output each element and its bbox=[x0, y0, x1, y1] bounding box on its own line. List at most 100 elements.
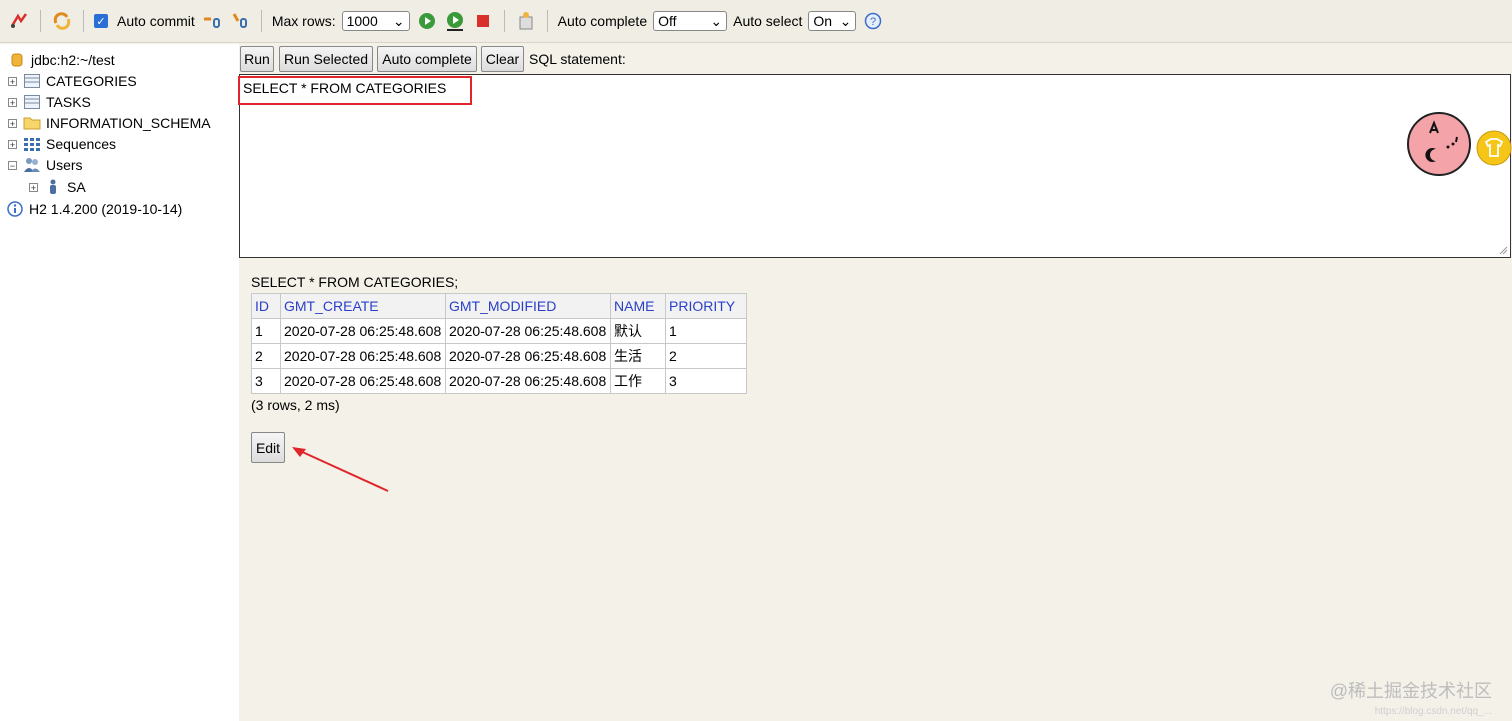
cell-gmt-modified: 2020-07-28 06:25:48.608 bbox=[445, 318, 611, 344]
folder-icon bbox=[23, 115, 41, 131]
column-header-gmt-modified[interactable]: GMT_MODIFIED bbox=[445, 293, 611, 319]
table-header-row: ID GMT_CREATE GMT_MODIFIED NAME PRIORITY bbox=[251, 293, 747, 319]
toolbar: ✓ Auto commit Max rows: 1000 ⌄ Auto comp… bbox=[0, 0, 1512, 43]
separator bbox=[546, 10, 548, 32]
result-summary: (3 rows, 2 ms) bbox=[251, 397, 340, 413]
tree-item-users[interactable]: − Users bbox=[8, 155, 83, 175]
table-row: 3 2020-07-28 06:25:48.608 2020-07-28 06:… bbox=[251, 368, 747, 394]
run-selected-button[interactable]: Run Selected bbox=[279, 46, 373, 72]
annotation-arrow-icon bbox=[292, 447, 389, 492]
chevron-down-icon: ⌄ bbox=[710, 12, 723, 29]
cell-priority: 2 bbox=[665, 343, 747, 369]
tree-item-sequences[interactable]: + Sequences bbox=[8, 134, 116, 154]
sql-statement-label: SQL statement: bbox=[529, 51, 626, 67]
table-row: 2 2020-07-28 06:25:48.608 2020-07-28 06:… bbox=[251, 343, 747, 369]
rollback-icon[interactable] bbox=[201, 10, 223, 32]
cell-gmt-create: 2020-07-28 06:25:48.608 bbox=[280, 343, 446, 369]
refresh-icon[interactable] bbox=[51, 10, 73, 32]
sequences-icon bbox=[23, 136, 41, 152]
column-header-priority[interactable]: PRIORITY bbox=[665, 293, 747, 319]
user-icon bbox=[44, 179, 62, 195]
auto-select-select[interactable]: On ⌄ bbox=[808, 11, 857, 31]
table-icon bbox=[23, 94, 41, 110]
auto-commit-label: Auto commit bbox=[117, 13, 195, 29]
tree-item-label: CATEGORIES bbox=[46, 73, 137, 89]
disconnect-icon[interactable] bbox=[8, 10, 30, 32]
connection-label: jdbc:h2:~/test bbox=[31, 52, 115, 68]
table-row: 1 2020-07-28 06:25:48.608 2020-07-28 06:… bbox=[251, 318, 747, 344]
shirt-icon[interactable] bbox=[1476, 130, 1512, 166]
cell-gmt-modified: 2020-07-28 06:25:48.608 bbox=[445, 343, 611, 369]
edit-button[interactable]: Edit bbox=[251, 432, 285, 463]
tree-item-label: Users bbox=[46, 157, 83, 173]
auto-complete-select[interactable]: Off ⌄ bbox=[653, 11, 728, 31]
clear-button[interactable]: Clear bbox=[481, 46, 524, 72]
table-icon bbox=[23, 73, 41, 89]
auto-select-value: On bbox=[813, 13, 833, 29]
chevron-down-icon: ⌄ bbox=[392, 12, 405, 29]
result-statement: SELECT * FROM CATEGORIES; bbox=[251, 274, 459, 290]
cell-gmt-create: 2020-07-28 06:25:48.608 bbox=[280, 368, 446, 394]
tree-item-user-sa[interactable]: + SA bbox=[29, 177, 86, 197]
cell-name: 生活 bbox=[610, 343, 666, 369]
expand-icon[interactable]: + bbox=[8, 139, 17, 149]
version-label: H2 1.4.200 (2019-10-14) bbox=[29, 201, 183, 217]
history-icon[interactable] bbox=[515, 10, 537, 32]
collapse-icon[interactable]: − bbox=[8, 160, 17, 170]
separator bbox=[503, 10, 505, 32]
commit-icon[interactable] bbox=[229, 10, 251, 32]
watermark: @稀土掘金技术社区 bbox=[1329, 681, 1492, 701]
cell-gmt-create: 2020-07-28 06:25:48.608 bbox=[280, 318, 446, 344]
cell-id: 2 bbox=[251, 343, 281, 369]
auto-complete-value: Off bbox=[658, 13, 677, 29]
stop-icon[interactable] bbox=[472, 10, 494, 32]
tree-item-information-schema[interactable]: + INFORMATION_SCHEMA bbox=[8, 113, 211, 133]
separator bbox=[83, 10, 84, 32]
run-button[interactable]: Run bbox=[240, 46, 274, 72]
cell-id: 1 bbox=[251, 318, 281, 344]
max-rows-label: Max rows: bbox=[271, 13, 336, 29]
separator bbox=[260, 10, 262, 32]
column-header-id[interactable]: ID bbox=[251, 293, 281, 319]
cell-gmt-modified: 2020-07-28 06:25:48.608 bbox=[445, 368, 611, 394]
tree-item-tasks[interactable]: + TASKS bbox=[8, 92, 91, 112]
auto-select-label: Auto select bbox=[733, 13, 803, 29]
schema-tree: jdbc:h2:~/test + CATEGORIES + TASKS + IN… bbox=[0, 44, 239, 721]
tree-connection[interactable]: jdbc:h2:~/test bbox=[8, 50, 115, 70]
highlight-box bbox=[238, 76, 472, 105]
users-icon bbox=[23, 157, 41, 173]
expand-icon[interactable]: + bbox=[8, 118, 17, 128]
auto-commit-checkbox[interactable]: ✓ bbox=[94, 14, 108, 28]
max-rows-select[interactable]: 1000 ⌄ bbox=[341, 11, 410, 31]
tree-item-label: TASKS bbox=[46, 94, 91, 110]
cell-priority: 3 bbox=[665, 368, 747, 394]
expand-icon[interactable]: + bbox=[29, 182, 38, 192]
expand-icon[interactable]: + bbox=[8, 76, 17, 86]
help-glyph: ? bbox=[870, 16, 876, 28]
cell-name: 默认 bbox=[610, 318, 666, 344]
watermark-url: https://blog.csdn.net/qq_... bbox=[1374, 706, 1492, 717]
cell-name: 工作 bbox=[610, 368, 666, 394]
separator bbox=[40, 10, 41, 32]
run-icon[interactable] bbox=[416, 10, 438, 32]
resize-handle-icon[interactable] bbox=[1498, 245, 1508, 255]
expand-icon[interactable]: + bbox=[8, 97, 17, 107]
cell-id: 3 bbox=[251, 368, 281, 394]
tree-item-label: SA bbox=[67, 179, 86, 195]
result-table: ID GMT_CREATE GMT_MODIFIED NAME PRIORITY… bbox=[251, 293, 747, 394]
help-icon[interactable]: ? bbox=[862, 10, 884, 32]
tree-item-label: INFORMATION_SCHEMA bbox=[46, 115, 211, 131]
cell-priority: 1 bbox=[665, 318, 747, 344]
database-icon bbox=[8, 52, 26, 68]
auto-complete-button[interactable]: Auto complete bbox=[377, 46, 477, 72]
tree-item-label: Sequences bbox=[46, 136, 117, 152]
max-rows-value: 1000 bbox=[346, 13, 378, 29]
column-header-gmt-create[interactable]: GMT_CREATE bbox=[280, 293, 446, 319]
chevron-down-icon: ⌄ bbox=[839, 12, 852, 29]
version-info: H2 1.4.200 (2019-10-14) bbox=[6, 199, 182, 219]
run-selected-icon[interactable] bbox=[444, 10, 466, 32]
column-header-name[interactable]: NAME bbox=[610, 293, 666, 319]
auto-complete-label: Auto complete bbox=[557, 13, 648, 29]
assistant-avatar-icon[interactable] bbox=[1406, 111, 1472, 177]
tree-item-categories[interactable]: + CATEGORIES bbox=[8, 71, 137, 91]
